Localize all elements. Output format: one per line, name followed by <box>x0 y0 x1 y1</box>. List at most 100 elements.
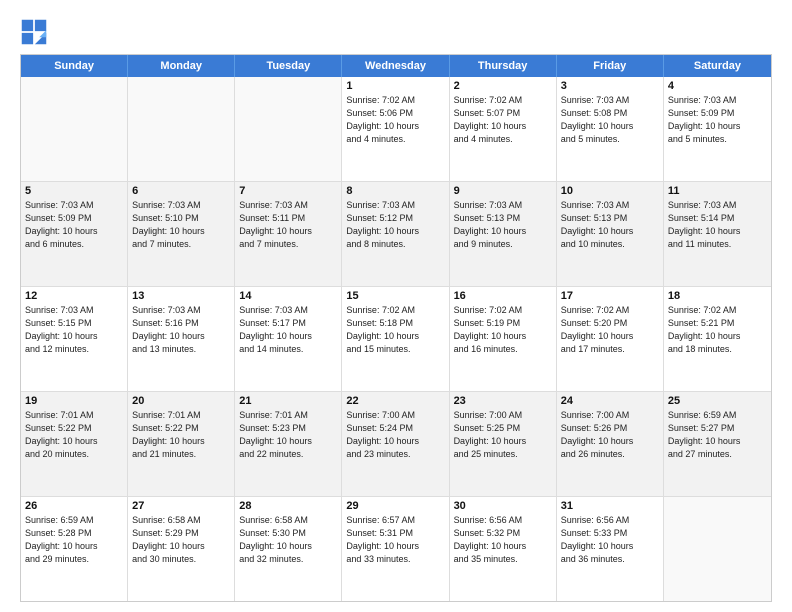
weekday-header: Friday <box>557 55 664 77</box>
calendar-cell: 25Sunrise: 6:59 AM Sunset: 5:27 PM Dayli… <box>664 392 771 496</box>
day-number: 3 <box>561 80 659 92</box>
calendar-cell: 13Sunrise: 7:03 AM Sunset: 5:16 PM Dayli… <box>128 287 235 391</box>
calendar-cell: 11 Sunrise: 7:03 AM Sunset: 5:14 PM Dayli… <box>664 182 771 286</box>
day-number: 21 <box>239 395 337 407</box>
calendar-cell: 20 Sunrise: 7:01 AM Sunset: 5:22 PM Dayli… <box>128 392 235 496</box>
calendar-cell: 1 Sunrise: 7:02 AM Sunset: 5:06 PM Daylig… <box>342 77 449 181</box>
calendar-row: 26 Sunrise: 6:59 AM Sunset: 5:28 PM Dayli… <box>21 497 771 601</box>
cell-info: Sunrise: 7:00 AM Sunset: 5:24 PM Dayligh… <box>346 409 444 461</box>
cell-info: Sunrise: 7:02 AM Sunset: 5:20 PM Dayligh… <box>561 304 659 356</box>
calendar-cell: 29Sunrise: 6:57 AM Sunset: 5:31 PM Dayli… <box>342 497 449 601</box>
calendar-cell: 19Sunrise: 7:01 AM Sunset: 5:22 PM Dayli… <box>21 392 128 496</box>
cell-info: Sunrise: 7:03 AM Sunset: 5:10 PM Dayligh… <box>132 199 230 251</box>
cell-info: Sunrise: 6:56 AM Sunset: 5:33 PM Dayligh… <box>561 514 659 566</box>
day-number: 7 <box>239 185 337 197</box>
weekday-header: Thursday <box>450 55 557 77</box>
cell-info: Sunrise: 7:03 AM Sunset: 5:14 PM Dayligh… <box>668 199 767 251</box>
calendar-cell <box>21 77 128 181</box>
header <box>20 18 772 46</box>
page: SundayMondayTuesdayWednesdayThursdayFrid… <box>0 0 792 612</box>
day-number: 15 <box>346 290 444 302</box>
calendar-cell: 17 Sunrise: 7:02 AM Sunset: 5:20 PM Dayli… <box>557 287 664 391</box>
cell-info: Sunrise: 7:03 AM Sunset: 5:17 PM Dayligh… <box>239 304 337 356</box>
cell-info: Sunrise: 7:03 AM Sunset: 5:13 PM Dayligh… <box>454 199 552 251</box>
cell-info: Sunrise: 7:03 AM Sunset: 5:15 PM Dayligh… <box>25 304 123 356</box>
calendar-cell <box>235 77 342 181</box>
day-number: 5 <box>25 185 123 197</box>
cell-info: Sunrise: 7:02 AM Sunset: 5:07 PM Dayligh… <box>454 94 552 146</box>
calendar-cell: 24 Sunrise: 7:00 AM Sunset: 5:26 PM Dayli… <box>557 392 664 496</box>
weekday-header: Tuesday <box>235 55 342 77</box>
cell-info: Sunrise: 7:03 AM Sunset: 5:16 PM Dayligh… <box>132 304 230 356</box>
calendar-cell: 9 Sunrise: 7:03 AM Sunset: 5:13 PM Daylig… <box>450 182 557 286</box>
day-number: 8 <box>346 185 444 197</box>
calendar-cell: 16Sunrise: 7:02 AM Sunset: 5:19 PM Dayli… <box>450 287 557 391</box>
cell-info: Sunrise: 7:03 AM Sunset: 5:08 PM Dayligh… <box>561 94 659 146</box>
day-number: 1 <box>346 80 444 92</box>
cell-info: Sunrise: 7:03 AM Sunset: 5:11 PM Dayligh… <box>239 199 337 251</box>
weekday-header: Monday <box>128 55 235 77</box>
calendar-cell: 21 Sunrise: 7:01 AM Sunset: 5:23 PM Dayli… <box>235 392 342 496</box>
calendar-cell: 28 Sunrise: 6:58 AM Sunset: 5:30 PM Dayli… <box>235 497 342 601</box>
cell-info: Sunrise: 6:56 AM Sunset: 5:32 PM Dayligh… <box>454 514 552 566</box>
day-number: 29 <box>346 500 444 512</box>
cell-info: Sunrise: 7:02 AM Sunset: 5:21 PM Dayligh… <box>668 304 767 356</box>
day-number: 27 <box>132 500 230 512</box>
day-number: 10 <box>561 185 659 197</box>
cell-info: Sunrise: 7:03 AM Sunset: 5:09 PM Dayligh… <box>25 199 123 251</box>
calendar-cell: 12 Sunrise: 7:03 AM Sunset: 5:15 PM Dayli… <box>21 287 128 391</box>
day-number: 18 <box>668 290 767 302</box>
day-number: 6 <box>132 185 230 197</box>
calendar-cell: 4Sunrise: 7:03 AM Sunset: 5:09 PM Daylig… <box>664 77 771 181</box>
calendar-cell: 14 Sunrise: 7:03 AM Sunset: 5:17 PM Dayli… <box>235 287 342 391</box>
logo <box>20 18 52 46</box>
calendar-cell: 5 Sunrise: 7:03 AM Sunset: 5:09 PM Daylig… <box>21 182 128 286</box>
cell-info: Sunrise: 7:02 AM Sunset: 5:18 PM Dayligh… <box>346 304 444 356</box>
calendar-cell <box>664 497 771 601</box>
calendar-cell: 15 Sunrise: 7:02 AM Sunset: 5:18 PM Dayli… <box>342 287 449 391</box>
calendar-cell: 2 Sunrise: 7:02 AM Sunset: 5:07 PM Daylig… <box>450 77 557 181</box>
cell-info: Sunrise: 7:01 AM Sunset: 5:23 PM Dayligh… <box>239 409 337 461</box>
calendar-cell: 7 Sunrise: 7:03 AM Sunset: 5:11 PM Daylig… <box>235 182 342 286</box>
cell-info: Sunrise: 7:03 AM Sunset: 5:12 PM Dayligh… <box>346 199 444 251</box>
calendar-cell: 6 Sunrise: 7:03 AM Sunset: 5:10 PM Daylig… <box>128 182 235 286</box>
calendar-row: 12 Sunrise: 7:03 AM Sunset: 5:15 PM Dayli… <box>21 287 771 392</box>
cell-info: Sunrise: 6:59 AM Sunset: 5:28 PM Dayligh… <box>25 514 123 566</box>
day-number: 26 <box>25 500 123 512</box>
day-number: 12 <box>25 290 123 302</box>
cell-info: Sunrise: 7:00 AM Sunset: 5:26 PM Dayligh… <box>561 409 659 461</box>
day-number: 20 <box>132 395 230 407</box>
day-number: 4 <box>668 80 767 92</box>
calendar-cell: 8 Sunrise: 7:03 AM Sunset: 5:12 PM Daylig… <box>342 182 449 286</box>
cell-info: Sunrise: 6:58 AM Sunset: 5:29 PM Dayligh… <box>132 514 230 566</box>
calendar-cell: 30 Sunrise: 6:56 AM Sunset: 5:32 PM Dayli… <box>450 497 557 601</box>
day-number: 9 <box>454 185 552 197</box>
day-number: 24 <box>561 395 659 407</box>
logo-icon <box>20 18 48 46</box>
day-number: 25 <box>668 395 767 407</box>
day-number: 23 <box>454 395 552 407</box>
day-number: 14 <box>239 290 337 302</box>
day-number: 22 <box>346 395 444 407</box>
calendar-cell: 22 Sunrise: 7:00 AM Sunset: 5:24 PM Dayli… <box>342 392 449 496</box>
calendar-cell: 27 Sunrise: 6:58 AM Sunset: 5:29 PM Dayli… <box>128 497 235 601</box>
day-number: 16 <box>454 290 552 302</box>
cell-info: Sunrise: 6:58 AM Sunset: 5:30 PM Dayligh… <box>239 514 337 566</box>
calendar-body: 1 Sunrise: 7:02 AM Sunset: 5:06 PM Daylig… <box>21 77 771 601</box>
calendar-row: 1 Sunrise: 7:02 AM Sunset: 5:06 PM Daylig… <box>21 77 771 182</box>
cell-info: Sunrise: 7:03 AM Sunset: 5:13 PM Dayligh… <box>561 199 659 251</box>
calendar-row: 19Sunrise: 7:01 AM Sunset: 5:22 PM Dayli… <box>21 392 771 497</box>
calendar-cell: 3 Sunrise: 7:03 AM Sunset: 5:08 PM Daylig… <box>557 77 664 181</box>
day-number: 28 <box>239 500 337 512</box>
day-number: 17 <box>561 290 659 302</box>
day-number: 31 <box>561 500 659 512</box>
day-number: 30 <box>454 500 552 512</box>
cell-info: Sunrise: 7:00 AM Sunset: 5:25 PM Dayligh… <box>454 409 552 461</box>
day-number: 2 <box>454 80 552 92</box>
calendar: SundayMondayTuesdayWednesdayThursdayFrid… <box>20 54 772 602</box>
cell-info: Sunrise: 7:02 AM Sunset: 5:06 PM Dayligh… <box>346 94 444 146</box>
calendar-cell: 18 Sunrise: 7:02 AM Sunset: 5:21 PM Dayli… <box>664 287 771 391</box>
day-number: 11 <box>668 185 767 197</box>
cell-info: Sunrise: 7:01 AM Sunset: 5:22 PM Dayligh… <box>132 409 230 461</box>
calendar-cell: 31 Sunrise: 6:56 AM Sunset: 5:33 PM Dayli… <box>557 497 664 601</box>
